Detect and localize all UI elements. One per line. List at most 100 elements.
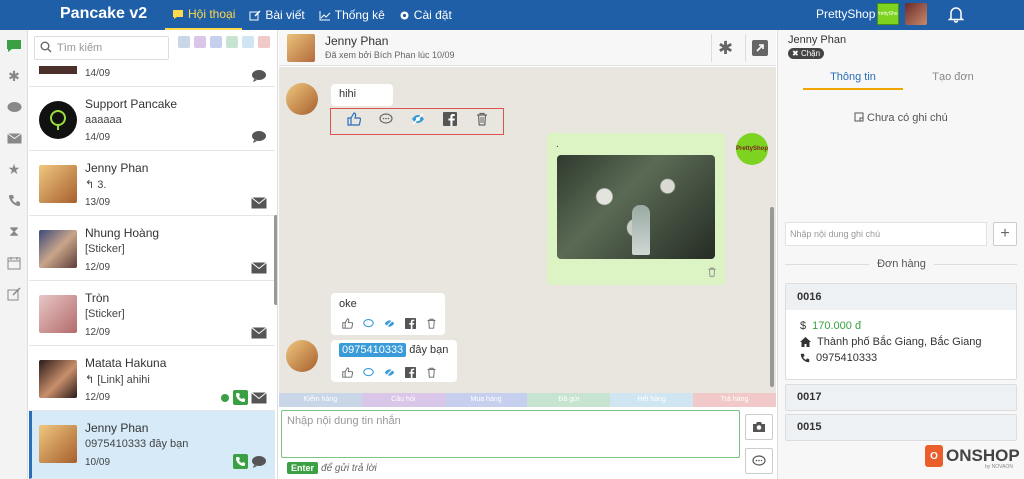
- hide-icon[interactable]: [384, 367, 395, 378]
- chat-icon: [7, 39, 21, 52]
- tag-swatch[interactable]: [258, 36, 270, 48]
- sidebar-hourglass[interactable]: ⧗: [0, 216, 28, 247]
- tag-filter: [178, 36, 270, 48]
- like-icon[interactable]: [342, 318, 353, 329]
- tab-info[interactable]: Thông tin: [803, 66, 903, 90]
- block-button[interactable]: ✖ Chặn: [788, 48, 825, 59]
- comment-icon[interactable]: [363, 318, 374, 329]
- quick-tag-bar: Kiểm hàng Câu hỏi Mua hàng Đã gửi Hết hà…: [279, 393, 776, 407]
- user-avatar[interactable]: [905, 3, 927, 25]
- conversation-date: 14/09: [85, 68, 111, 79]
- sidebar-phone[interactable]: [0, 185, 28, 216]
- shop-logo[interactable]: PrettyShop: [877, 3, 899, 25]
- trash-icon[interactable]: [707, 267, 717, 277]
- order-card[interactable]: 0016 $170.000 đ Thành phố Bắc Giang, Bắc…: [785, 283, 1017, 380]
- conversation-item[interactable]: Matata Hakuna ↰ [Link] ahihi 12/09: [29, 346, 275, 411]
- quick-tag[interactable]: Đã gửi: [527, 393, 611, 407]
- trash-icon[interactable]: [426, 367, 437, 378]
- trash-icon[interactable]: [426, 318, 437, 329]
- attached-photo[interactable]: [557, 155, 715, 259]
- online-dot-icon: [221, 394, 229, 402]
- reply-icon: ↰: [85, 374, 98, 386]
- nav-settings[interactable]: Cài đặt: [392, 0, 459, 30]
- sticker-button[interactable]: [745, 448, 773, 474]
- quick-tag[interactable]: Hết hàng: [610, 393, 694, 407]
- avatar: [286, 340, 318, 372]
- sidebar-asterisk[interactable]: ✱: [0, 61, 28, 92]
- quick-tag[interactable]: Trả hàng: [693, 393, 776, 407]
- conversation-item[interactable]: Tròn [Sticker] 12/09: [29, 281, 275, 346]
- tag-swatch[interactable]: [194, 36, 206, 48]
- attach-photo-button[interactable]: [745, 414, 773, 440]
- asterisk-button[interactable]: ✱: [711, 34, 739, 62]
- sidebar-comments[interactable]: [0, 92, 28, 123]
- sidebar-star[interactable]: ★: [0, 154, 28, 185]
- open-external-button[interactable]: [745, 34, 773, 62]
- asterisk-icon: ✱: [8, 68, 20, 84]
- chat-scrollbar[interactable]: [770, 207, 774, 387]
- comment-icon[interactable]: [363, 367, 374, 378]
- bell-icon[interactable]: [947, 5, 965, 23]
- sidebar-mail[interactable]: [0, 123, 28, 154]
- mail-icon: [251, 197, 267, 209]
- conversation-item[interactable]: Jenny Phan 0975410333 đây bạn 10/09: [29, 411, 275, 479]
- mail-icon: [251, 327, 267, 339]
- conversation-item[interactable]: 14/09: [29, 66, 275, 87]
- tag-swatch[interactable]: [178, 36, 190, 48]
- hide-icon[interactable]: [384, 318, 395, 329]
- avatar: [39, 165, 77, 203]
- hide-icon[interactable]: [411, 112, 425, 126]
- nav-conversations[interactable]: Hội thoại: [165, 0, 243, 30]
- chat-header: Jenny Phan Đã xem bởi Bích Phan lúc 10/0…: [279, 30, 776, 66]
- enter-key-badge: Enter: [287, 462, 319, 474]
- order-address-row: Thành phố Bắc Giang, Bắc Giang: [786, 334, 1016, 350]
- conversation-item[interactable]: Support Pancake aaaaaa 14/09: [29, 87, 275, 151]
- phone-icon: [800, 353, 810, 363]
- message-input[interactable]: Nhập nội dung tin nhắn: [281, 410, 740, 458]
- conversation-item[interactable]: Jenny Phan ↰ 3. 13/09: [29, 151, 275, 216]
- order-price: 170.000 đ: [812, 320, 862, 332]
- sidebar-edit[interactable]: [0, 278, 28, 309]
- app-title[interactable]: Pancake v2: [60, 5, 147, 23]
- conversation-date: 12/09: [85, 327, 111, 338]
- tab-create-order[interactable]: Tạo đơn: [903, 66, 1003, 90]
- facebook-icon[interactable]: [405, 318, 416, 329]
- tag-swatch[interactable]: [226, 36, 238, 48]
- conversation-name: Support Pancake: [85, 97, 178, 111]
- search-input[interactable]: Tìm kiếm: [34, 36, 169, 60]
- comment-icon[interactable]: [379, 112, 393, 126]
- conversation-name: Jenny Phan: [85, 421, 149, 435]
- phone-number-tag[interactable]: 0975410333: [339, 343, 407, 357]
- conversation-name: Nhung Hoàng: [85, 226, 160, 240]
- quick-tag[interactable]: Câu hỏi: [361, 393, 445, 407]
- onshop-name: ONSHOP: [946, 446, 1020, 465]
- tag-swatch[interactable]: [242, 36, 254, 48]
- tag-swatch[interactable]: [210, 36, 222, 48]
- order-card[interactable]: 0015: [785, 414, 1017, 441]
- shop-name[interactable]: PrettyShop: [816, 7, 875, 21]
- asterisk-icon: ✱: [717, 37, 734, 58]
- conversation-preview: [Sticker]: [85, 308, 125, 320]
- trash-icon[interactable]: [475, 112, 489, 126]
- sidebar-calendar[interactable]: [0, 247, 28, 278]
- conversation-date: 14/09: [85, 132, 111, 143]
- add-note-button[interactable]: +: [993, 222, 1017, 246]
- conversation-list-scrollbar[interactable]: [274, 215, 277, 305]
- quick-tag[interactable]: Kiểm hàng: [279, 393, 362, 407]
- facebook-icon[interactable]: [405, 367, 416, 378]
- conversation-preview: [Sticker]: [85, 243, 125, 255]
- nav-statistics[interactable]: Thống kê: [312, 0, 392, 30]
- order-card[interactable]: 0017: [785, 384, 1017, 411]
- sidebar-chat[interactable]: [0, 30, 28, 61]
- mail-icon: [251, 392, 267, 404]
- quick-tag[interactable]: Mua hàng: [444, 393, 528, 407]
- like-icon[interactable]: [342, 367, 353, 378]
- conversation-item[interactable]: Nhung Hoàng [Sticker] 12/09: [29, 216, 275, 281]
- like-icon[interactable]: [347, 112, 361, 126]
- note-input[interactable]: Nhập nội dung ghi chú: [785, 222, 987, 246]
- avatar: [39, 101, 77, 139]
- nav-posts[interactable]: Bài viết: [242, 0, 311, 30]
- facebook-icon[interactable]: [443, 112, 457, 126]
- order-id: 0017: [786, 385, 1016, 410]
- chat-contact-name[interactable]: Jenny Phan: [325, 34, 388, 48]
